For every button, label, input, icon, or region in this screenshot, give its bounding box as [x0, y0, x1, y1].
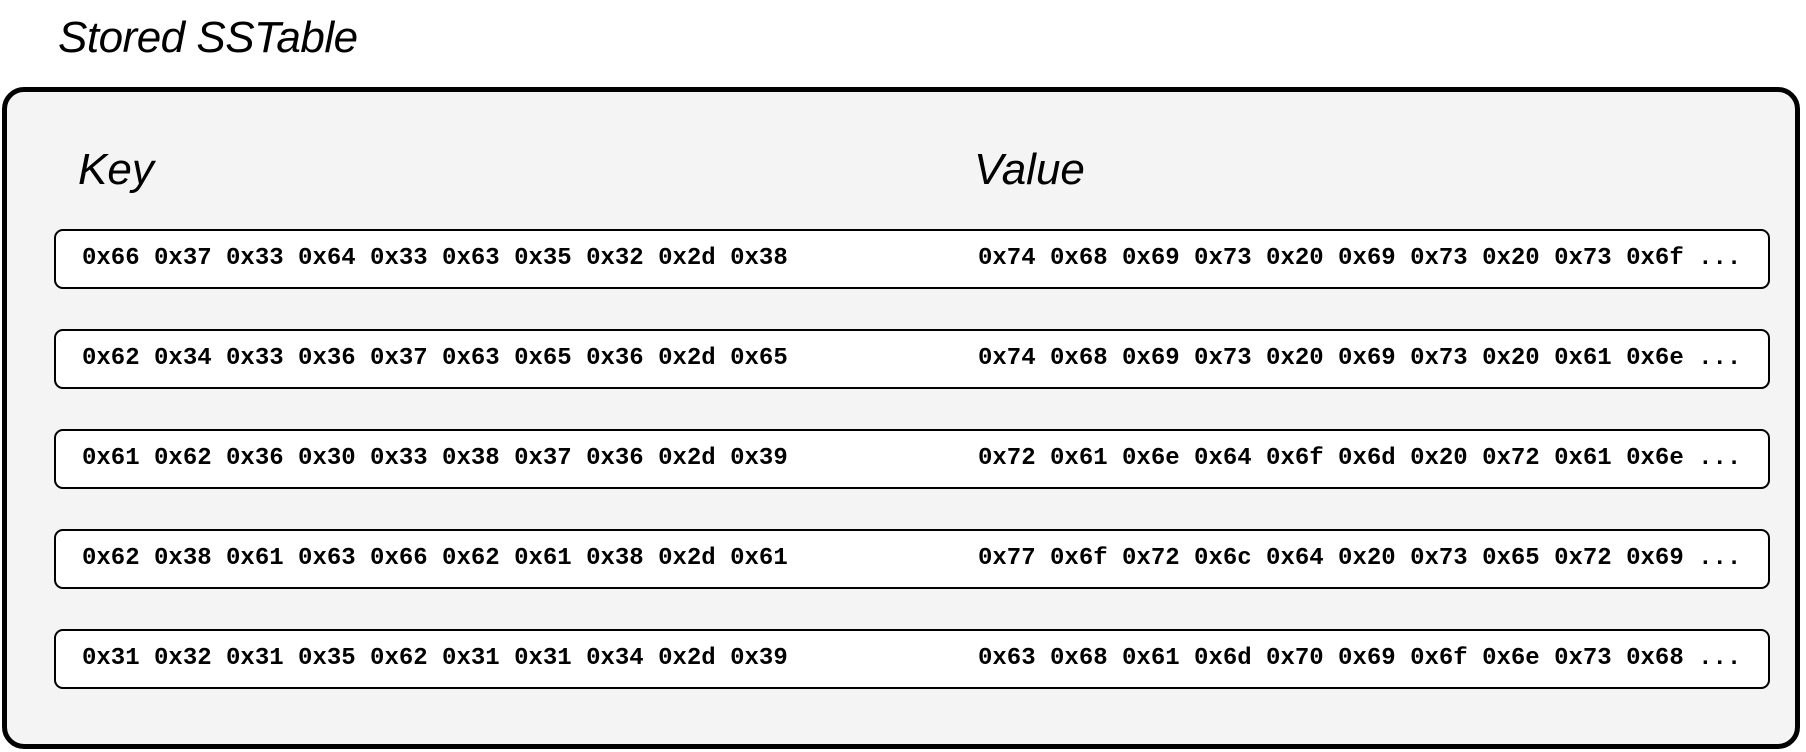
sstable-container: Key Value 0x66 0x37 0x33 0x64 0x33 0x63 …: [2, 87, 1800, 749]
row-value: 0x63 0x68 0x61 0x6d 0x70 0x69 0x6f 0x6e …: [978, 645, 1742, 672]
row-key: 0x62 0x34 0x33 0x36 0x37 0x63 0x65 0x36 …: [82, 345, 788, 372]
row-value: 0x74 0x68 0x69 0x73 0x20 0x69 0x73 0x20 …: [978, 245, 1742, 272]
table-row: 0x66 0x37 0x33 0x64 0x33 0x63 0x35 0x32 …: [54, 229, 1770, 289]
key-column-header: Key: [78, 145, 154, 194]
table-row: 0x62 0x38 0x61 0x63 0x66 0x62 0x61 0x38 …: [54, 529, 1770, 589]
value-column-header: Value: [974, 145, 1085, 194]
row-key: 0x61 0x62 0x36 0x30 0x33 0x38 0x37 0x36 …: [82, 445, 788, 472]
diagram-title: Stored SSTable: [58, 13, 358, 62]
table-row: 0x61 0x62 0x36 0x30 0x33 0x38 0x37 0x36 …: [54, 429, 1770, 489]
row-value: 0x72 0x61 0x6e 0x64 0x6f 0x6d 0x20 0x72 …: [978, 445, 1742, 472]
row-key: 0x66 0x37 0x33 0x64 0x33 0x63 0x35 0x32 …: [82, 245, 788, 272]
row-value: 0x74 0x68 0x69 0x73 0x20 0x69 0x73 0x20 …: [978, 345, 1742, 372]
table-row: 0x31 0x32 0x31 0x35 0x62 0x31 0x31 0x34 …: [54, 629, 1770, 689]
row-value: 0x77 0x6f 0x72 0x6c 0x64 0x20 0x73 0x65 …: [978, 545, 1742, 572]
row-key: 0x31 0x32 0x31 0x35 0x62 0x31 0x31 0x34 …: [82, 645, 788, 672]
table-row: 0x62 0x34 0x33 0x36 0x37 0x63 0x65 0x36 …: [54, 329, 1770, 389]
row-key: 0x62 0x38 0x61 0x63 0x66 0x62 0x61 0x38 …: [82, 545, 788, 572]
